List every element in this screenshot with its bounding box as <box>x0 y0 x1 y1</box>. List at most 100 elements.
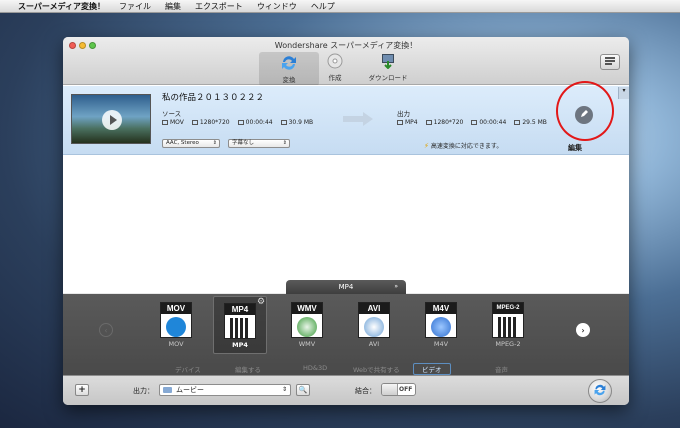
category-edit[interactable]: 編集する <box>235 364 261 374</box>
mp4-format-icon: MP4 <box>224 303 256 339</box>
source-size: 30.9 MB <box>288 119 314 126</box>
video-thumbnail[interactable] <box>71 94 151 144</box>
filesize-icon <box>514 120 521 125</box>
toolbar-download-label: ダウンロード <box>368 74 408 82</box>
format-avi[interactable]: AVI AVI <box>347 296 401 354</box>
format-name: MOV <box>168 340 184 348</box>
category-video[interactable]: ビデオ <box>413 363 451 375</box>
merge-state: OFF <box>399 386 413 393</box>
task-list-button[interactable] <box>600 54 620 70</box>
pencil-icon <box>579 109 589 121</box>
list-icon <box>605 57 615 67</box>
mpeg2-format-icon: MPEG-2 <box>492 302 524 338</box>
open-folder-button[interactable]: 🔍 <box>296 384 310 396</box>
format-badge: MOV <box>161 303 191 314</box>
output-duration: 00:00:44 <box>479 119 507 126</box>
format-name: AVI <box>368 340 380 348</box>
output-size: 29.5 MB <box>522 119 547 126</box>
menubar: スーパーメディア変換！ ファイル 編集 エクスポート ウィンドウ ヘルプ <box>0 0 680 13</box>
menu-window[interactable]: ウィンドウ <box>257 1 297 12</box>
merge-label: 結合： <box>355 387 376 395</box>
arrow-right-icon <box>343 112 373 126</box>
category-audio[interactable]: 音声 <box>495 364 508 374</box>
output-format-tab[interactable]: MP4 » <box>286 280 406 294</box>
m4v-format-icon: M4V <box>425 302 457 338</box>
current-format-label: MP4 <box>338 283 354 291</box>
menu-export[interactable]: エクスポート <box>195 1 243 12</box>
category-hd3d[interactable]: HD&3D <box>303 364 327 372</box>
format-m4v[interactable]: M4V M4V <box>414 296 468 354</box>
task-title[interactable]: 私の作品２０１３０２２２ <box>162 91 264 103</box>
audio-track-select[interactable]: AAC, Stereo <box>162 139 220 148</box>
toolbar-download-button[interactable]: ダウンロード <box>358 52 418 82</box>
download-icon <box>377 52 399 70</box>
format-categories: デバイス 編集する HD&3D Webで共有する ビデオ 音声 <box>63 363 629 375</box>
format-name: WMV <box>298 340 316 348</box>
duration-icon <box>471 120 478 125</box>
task-row[interactable]: 私の作品２０１３０２２２ ソース MOV 1280*720 00:00:44 3… <box>63 81 629 155</box>
mov-format-icon: MOV <box>160 302 192 338</box>
source-format: MOV <box>170 119 184 126</box>
start-convert-button[interactable] <box>588 379 612 403</box>
source-label: ソース <box>162 110 182 118</box>
titlebar: Wondershare スーパーメディア変換！ 変換 作成 ダウンロード <box>63 37 629 86</box>
toolbar-create-button[interactable]: 作成 <box>305 52 365 82</box>
format-badge: MP4 <box>225 304 255 315</box>
output-label: 出力 <box>397 110 410 118</box>
gear-icon[interactable]: ⚙ <box>257 297 265 307</box>
format-mpeg2[interactable]: MPEG-2 MPEG-2 <box>481 296 535 354</box>
category-devices[interactable]: デバイス <box>175 364 201 374</box>
filesize-icon <box>280 120 287 125</box>
add-file-button[interactable]: + <box>75 384 89 396</box>
menubar-app-name[interactable]: スーパーメディア変換！ <box>18 1 105 12</box>
resolution-icon <box>425 120 432 125</box>
play-icon[interactable] <box>102 110 122 130</box>
wmv-format-icon: WMV <box>291 302 323 338</box>
format-name: MPEG-2 <box>495 340 521 348</box>
format-name: MP4 <box>232 341 248 349</box>
format-mov[interactable]: MOV MOV <box>149 296 203 354</box>
menu-file[interactable]: ファイル <box>119 1 151 12</box>
previous-formats-button[interactable]: ‹ <box>99 323 113 337</box>
category-web-share[interactable]: Webで共有する <box>353 364 400 374</box>
format-icon <box>162 120 168 125</box>
disc-icon <box>324 52 346 70</box>
format-icon <box>397 120 403 125</box>
format-panel: ‹ MOV MOV ⚙ MP4 MP4 WMV WMV AVI AVI M4V … <box>63 294 629 372</box>
bottom-bar: + 出力： ムービー 🔍 結合： OFF <box>63 375 629 405</box>
folder-icon <box>163 387 172 393</box>
menu-help[interactable]: ヘルプ <box>311 1 335 12</box>
resolution-icon <box>191 120 198 125</box>
lightning-icon: ⚡ <box>424 141 429 150</box>
edit-label[interactable]: 編集 <box>568 143 582 153</box>
toggle-knob <box>382 384 398 395</box>
edit-button[interactable] <box>575 106 593 124</box>
format-badge: M4V <box>426 303 456 314</box>
search-icon: 🔍 <box>298 386 308 394</box>
output-info: MP4 1280*720 00:00:44 29.5 MB <box>397 119 555 126</box>
subtitle-select[interactable]: 字幕なし <box>228 139 290 148</box>
edit-area: 編集 <box>546 81 629 155</box>
format-wmv[interactable]: WMV WMV <box>280 296 334 354</box>
convert-icon <box>278 54 300 72</box>
next-formats-button[interactable]: › <box>576 323 590 337</box>
app-window: Wondershare スーパーメディア変換！ 変換 作成 ダウンロード 私の作… <box>63 37 629 405</box>
source-duration: 00:00:44 <box>245 119 273 126</box>
format-name: M4V <box>433 340 449 348</box>
menu-edit[interactable]: 編集 <box>165 1 181 12</box>
fast-conversion-note: ⚡ 高速変換に対応できます。 <box>424 141 502 151</box>
chevron-left-icon: ‹ <box>104 325 108 335</box>
format-badge: AVI <box>359 303 389 314</box>
output-folder-value: ムービー <box>176 386 204 394</box>
source-info: MOV 1280*720 00:00:44 30.9 MB <box>162 119 321 126</box>
delete-icon[interactable]: ▾ <box>618 87 629 99</box>
format-badge: MPEG-2 <box>493 303 523 314</box>
toolbar-create-label: 作成 <box>328 74 342 82</box>
format-badge: WMV <box>292 303 322 314</box>
plus-icon: + <box>78 385 86 395</box>
output-resolution: 1280*720 <box>433 119 464 126</box>
output-folder-select[interactable]: ムービー <box>159 384 291 396</box>
merge-toggle[interactable]: OFF <box>381 383 416 396</box>
format-mp4[interactable]: ⚙ MP4 MP4 <box>213 296 267 354</box>
output-folder-label: 出力： <box>133 387 154 395</box>
